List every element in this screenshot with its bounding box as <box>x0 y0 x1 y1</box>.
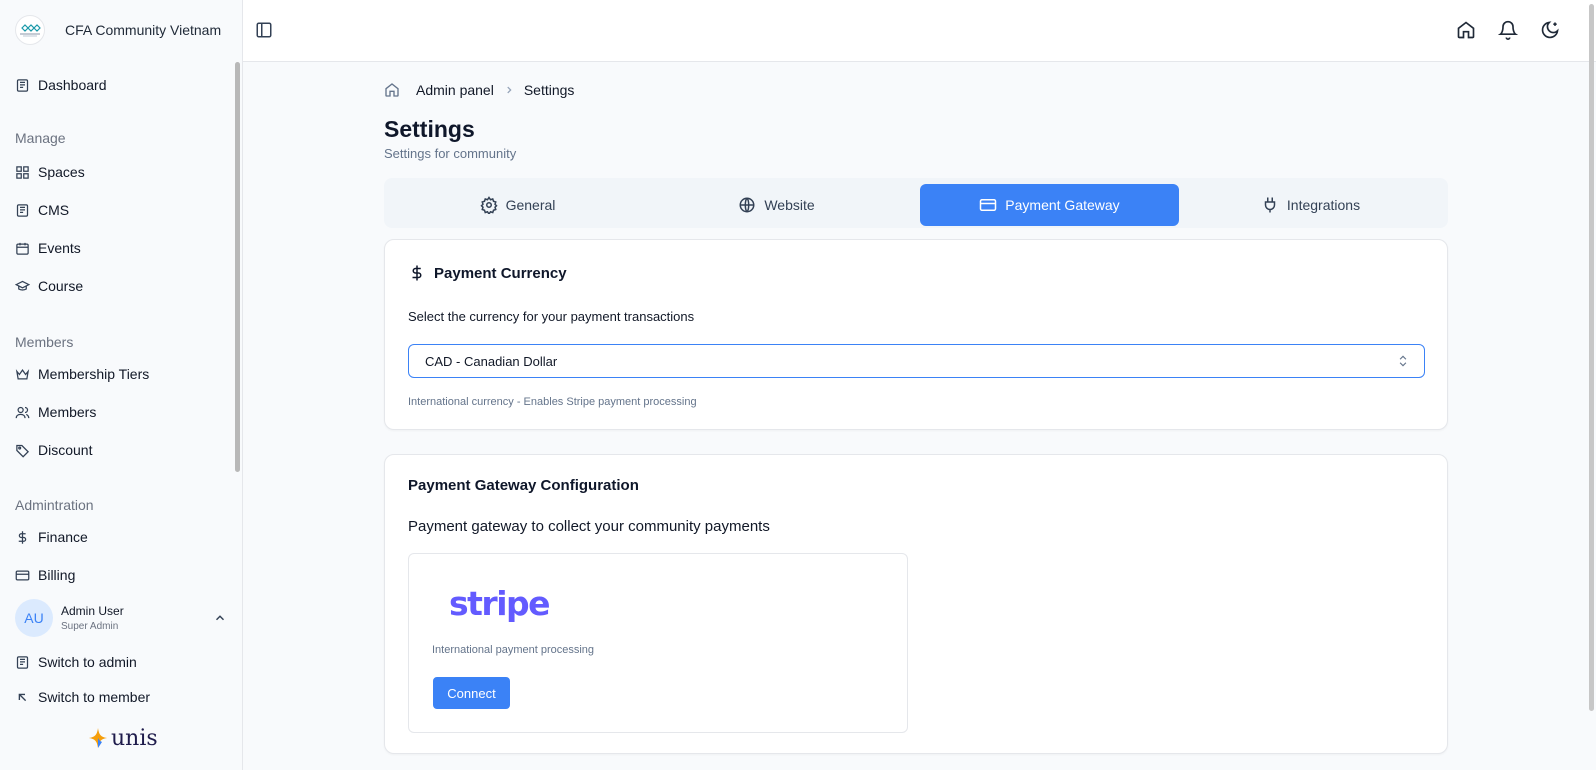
credit-card-icon <box>980 199 997 211</box>
payment-currency-heading: Payment Currency <box>408 264 567 282</box>
switch-to-admin-label: Switch to admin <box>38 654 137 670</box>
gateway-config-subtitle: Payment gateway to collect your communit… <box>408 518 770 535</box>
user-name: Admin User <box>61 604 124 618</box>
sidebar-item-label: Dashboard <box>38 77 107 93</box>
calendar-icon <box>16 242 29 255</box>
page-title: Settings <box>384 116 475 142</box>
page-scrollbar[interactable] <box>1589 4 1594 711</box>
sidebar-item-label: Members <box>38 404 97 420</box>
globe-icon <box>739 197 755 213</box>
user-menu[interactable]: AU Admin User Super Admin <box>15 599 227 637</box>
sidebar-item-membership-tiers[interactable]: Membership Tiers <box>15 363 149 385</box>
currency-select-value: CAD - Canadian Dollar <box>425 353 558 369</box>
breadcrumb-admin-panel[interactable]: Admin panel <box>416 82 494 98</box>
group-label-manage: Manage <box>15 130 66 146</box>
breadcrumb-current: Settings <box>523 82 575 98</box>
tab-integrations[interactable]: Integrations <box>1181 184 1440 226</box>
group-label-members: Members <box>15 334 74 350</box>
sidebar-toggle-icon[interactable] <box>255 21 273 39</box>
gateway-config-card: Payment Gateway Configuration Payment ga… <box>384 454 1448 754</box>
sidebar-item-label: Spaces <box>38 164 85 180</box>
breadcrumb-home-icon[interactable] <box>384 82 400 98</box>
bell-icon[interactable] <box>1498 20 1518 40</box>
switch-to-admin-button[interactable]: Switch to admin <box>15 651 137 673</box>
user-role: Super Admin <box>61 621 119 632</box>
connect-button[interactable]: Connect <box>433 677 510 709</box>
tab-general[interactable]: General <box>388 184 647 226</box>
footer-logo: unis <box>88 724 158 752</box>
gear-icon <box>480 196 498 214</box>
tab-website[interactable]: Website <box>647 184 906 226</box>
currency-select[interactable]: CAD - Canadian Dollar <box>408 344 1425 378</box>
user-info: Admin User Super Admin <box>61 604 124 632</box>
sidebar-item-label: Membership Tiers <box>38 366 150 382</box>
plug-icon <box>1264 197 1276 213</box>
brand[interactable]: CFA Community Vietnam <box>15 14 221 46</box>
gateway-config-title: Payment Gateway Configuration <box>408 477 639 494</box>
building-icon <box>16 655 29 669</box>
sidebar-item-billing[interactable]: Billing <box>15 564 75 586</box>
chevron-right-icon <box>507 86 512 94</box>
unis-star-icon <box>89 728 107 748</box>
dashboard-icon <box>16 78 29 92</box>
payment-currency-card: Payment Currency Select the currency for… <box>384 239 1448 430</box>
sidebar-item-discount[interactable]: Discount <box>15 439 92 461</box>
brand-logo <box>15 15 45 45</box>
breadcrumb: Admin panel Settings <box>384 80 574 100</box>
settings-tabs: General Website Payment Gateway Integrat… <box>384 178 1448 228</box>
tab-label: Website <box>764 197 815 213</box>
grid-icon <box>16 165 29 179</box>
home-icon[interactable] <box>1456 20 1476 40</box>
sidebar-item-label: Finance <box>38 529 88 545</box>
newspaper-icon <box>16 203 29 217</box>
sidebar-item-label: Discount <box>38 442 93 458</box>
topbar <box>243 0 1596 62</box>
sidebar-item-label: Course <box>38 278 84 294</box>
tab-label: General <box>505 197 556 213</box>
users-icon <box>15 406 30 418</box>
sidebar-item-cms[interactable]: CMS <box>15 199 69 221</box>
arrow-up-left-icon <box>18 693 27 701</box>
tab-payment-gateway[interactable]: Payment Gateway <box>920 184 1179 226</box>
tag-icon <box>16 444 30 458</box>
payment-currency-title: Payment Currency <box>434 264 567 282</box>
stripe-provider-card: stripe International payment processing … <box>408 553 908 733</box>
brand-name: CFA Community Vietnam <box>65 22 222 38</box>
sidebar-item-members[interactable]: Members <box>15 401 96 423</box>
sidebar-item-label: Billing <box>38 567 76 583</box>
switch-to-member-button[interactable]: Switch to member <box>15 686 150 708</box>
sidebar-item-dashboard[interactable]: Dashboard <box>15 74 107 96</box>
sidebar-item-spaces[interactable]: Spaces <box>15 161 85 183</box>
dollar-icon <box>18 530 27 544</box>
sidebar: CFA Community Vietnam Dashboard Manage S… <box>0 0 243 770</box>
dollar-icon <box>412 265 422 281</box>
footer-logo-text: unis <box>111 725 158 751</box>
sidebar-item-label: Events <box>38 240 81 256</box>
page-subtitle: Settings for community <box>384 146 517 161</box>
chevrons-up-down-icon <box>1399 355 1407 367</box>
sidebar-item-finance[interactable]: Finance <box>15 526 88 548</box>
avatar: AU <box>15 599 53 637</box>
sidebar-item-events[interactable]: Events <box>15 237 81 259</box>
graduation-cap-icon <box>15 280 30 291</box>
credit-card-icon <box>15 570 30 580</box>
crown-icon <box>15 368 30 379</box>
brand-logo-mark <box>20 24 41 37</box>
tab-label: Integrations <box>1286 197 1361 213</box>
currency-field-label: Select the currency for your payment tra… <box>408 309 695 324</box>
moon-icon[interactable] <box>1540 20 1560 40</box>
stripe-description: International payment processing <box>432 644 595 656</box>
tab-label: Payment Gateway <box>1005 197 1120 213</box>
switch-to-member-label: Switch to member <box>38 689 151 705</box>
currency-hint: International currency - Enables Stripe … <box>408 396 697 408</box>
chevron-up-icon <box>215 615 225 621</box>
stripe-logo: stripe <box>449 584 551 623</box>
sidebar-scrollbar[interactable] <box>235 62 240 472</box>
group-label-administration: Admintration <box>15 497 94 513</box>
sidebar-item-course[interactable]: Course <box>15 275 83 297</box>
sidebar-item-label: CMS <box>38 202 70 218</box>
